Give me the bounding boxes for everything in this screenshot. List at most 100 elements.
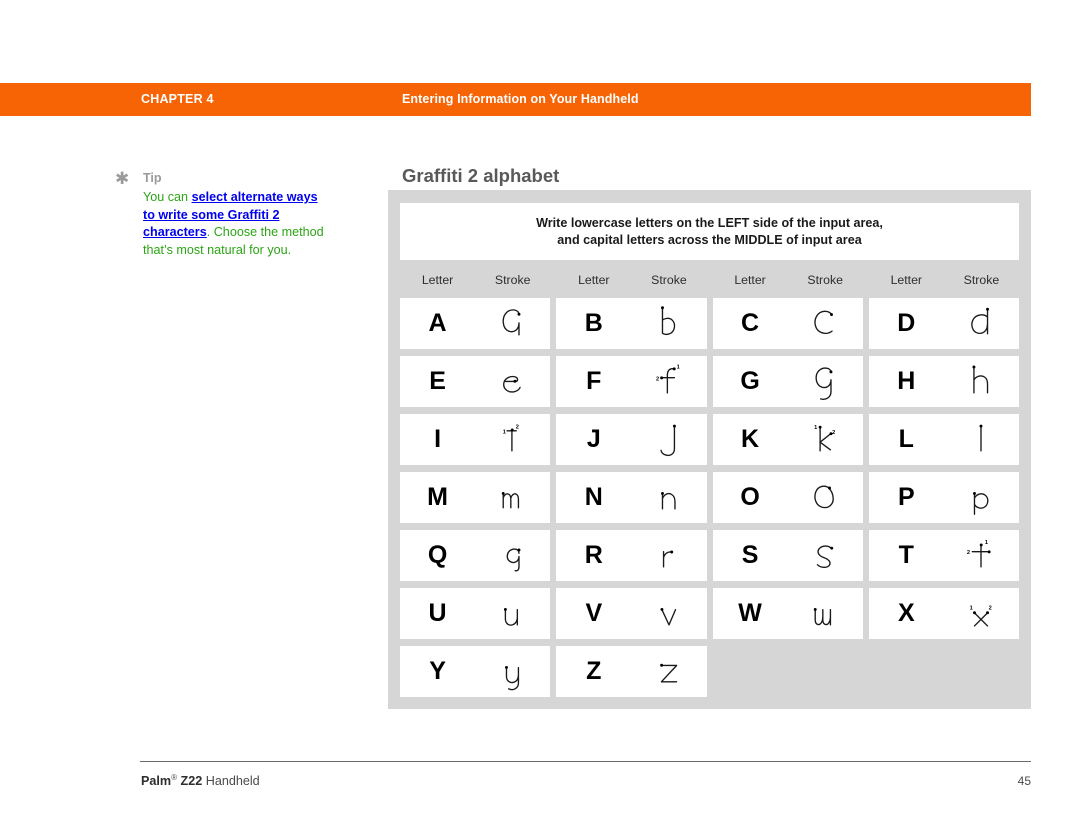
footer-product: Handheld [205,774,260,789]
page-title: Graffiti 2 alphabet [402,165,560,186]
column-header-group: Letter Stroke [713,273,863,287]
instruction-line-2: and capital letters across the MIDDLE of… [557,232,862,247]
table-row: E F 1 2 G H [400,356,1019,407]
stroke-glyph-s [788,531,863,581]
tip-heading: Tip [143,171,162,185]
letter-t: T [898,541,914,569]
letter-pair-o: O [712,472,863,523]
letter-pair-w: W [712,588,863,639]
svg-text:1: 1 [502,429,505,435]
letter-f: F [586,367,602,395]
svg-text:2: 2 [989,605,992,611]
stroke-glyph-g [788,357,863,407]
asterisk-icon: ✱ [115,169,130,188]
letter-p: P [897,483,915,511]
stroke-glyph-z [631,647,706,697]
footer-product-label: Palm® Z22 Handheld [141,773,260,788]
footer-brand: Palm [141,774,172,789]
table-row: YZ [400,646,1019,697]
stroke-glyph-k: 12 [788,415,863,465]
letter-pair-f: F 1 2 [556,356,707,407]
page-number: 45 [1017,774,1031,788]
letter-pair-t: T 1 2 [868,530,1019,581]
letter-a: A [428,309,447,337]
svg-text:1: 1 [985,540,988,546]
stroke-glyph-u [475,589,550,639]
column-header-stroke: Stroke [963,272,1000,287]
stroke-glyph-d [944,299,1019,349]
stroke-glyph-l [944,415,1019,465]
svg-text:2: 2 [515,424,518,430]
letter-e: E [429,367,446,395]
letter-pair-n: N [556,472,707,523]
letter-c: C [741,309,760,337]
footer-divider [140,761,1031,762]
graffiti-alphabet-panel: Write lowercase letters on the LEFT side… [388,190,1031,709]
table-row: A B C D [400,298,1019,349]
stroke-glyph-x: 12 [944,589,1019,639]
svg-text:1: 1 [677,364,680,370]
tip-body: You can select alternate ways to write s… [143,189,329,259]
stroke-glyph-w [788,589,863,639]
letter-n: N [584,483,603,511]
column-header-letter: Letter [578,272,610,287]
table-column-headers: Letter Stroke Letter Stroke Letter Strok… [400,261,1019,298]
column-header-stroke: Stroke [494,272,531,287]
letter-pair-y: Y [400,646,551,697]
letter-pair-j: J [556,414,707,465]
stroke-glyph-i: 21 [475,415,550,465]
letter-pair-p: P [868,472,1019,523]
letter-x: X [897,599,915,627]
stroke-glyph-b [631,299,706,349]
tip-text-before: You can [143,190,192,204]
letter-pair-h: H [868,356,1019,407]
letter-g: G [740,367,760,395]
stroke-glyph-y [475,647,550,697]
letter-l: L [898,425,914,453]
letter-b: B [584,309,603,337]
stroke-glyph-j [631,415,706,465]
stroke-glyph-p [944,473,1019,523]
footer-model: Z22 [180,774,203,789]
letter-pair-a: A [400,298,551,349]
table-row: M N O P [400,472,1019,523]
letter-pair-d: D [868,298,1019,349]
stroke-glyph-q [475,531,550,581]
stroke-glyph-v [631,589,706,639]
chapter-header-bar: CHAPTER 4 Entering Information on Your H… [0,83,1031,116]
column-header-group: Letter Stroke [400,273,550,287]
letter-pair-m: M [400,472,551,523]
letter-pair-u: U [400,588,551,639]
stroke-glyph-c [788,299,863,349]
letter-j: J [586,425,601,453]
svg-text:2: 2 [656,376,659,382]
table-row: Q R S T 1 2 [400,530,1019,581]
svg-text:2: 2 [967,549,970,555]
svg-text:1: 1 [970,605,973,611]
letter-pair-b: B [556,298,707,349]
letter-pair-empty [713,646,863,697]
instruction-line-1: Write lowercase letters on the LEFT side… [536,215,883,230]
letter-pair-k: K12 [712,414,863,465]
letter-pair-c: C [712,298,863,349]
stroke-glyph-e [475,357,550,407]
table-row: I21JK12L [400,414,1019,465]
graffiti-letter-rows: ABCDEF12GHI21JK12LMNOPQRST12UVWX12YZ [400,298,1019,697]
instruction-box: Write lowercase letters on the LEFT side… [400,203,1019,260]
letter-r: R [584,541,603,569]
column-header-letter: Letter [421,272,454,287]
stroke-glyph-n [631,473,706,523]
svg-text:1: 1 [814,425,817,431]
letter-pair-empty [869,646,1019,697]
letter-pair-z: Z [556,646,707,697]
column-header-letter: Letter [734,272,766,287]
letter-pair-x: X12 [868,588,1019,639]
stroke-glyph-m [475,473,550,523]
letter-z: Z [586,657,602,685]
letter-pair-s: S [712,530,863,581]
letter-q: Q [427,541,448,569]
stroke-glyph-h [944,357,1019,407]
letter-v: V [585,599,603,627]
letter-pair-e: E [400,356,551,407]
letter-pair-r: R [556,530,707,581]
